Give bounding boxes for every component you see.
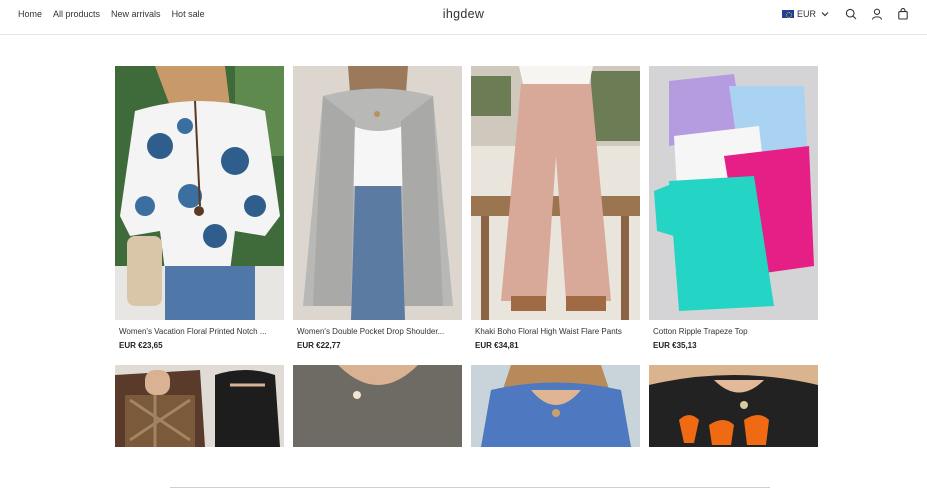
product-image[interactable] — [293, 66, 462, 320]
product-card[interactable] — [649, 365, 818, 447]
product-title[interactable]: Khaki Boho Floral High Waist Flare Pants — [471, 327, 640, 336]
product-card[interactable]: Cotton Ripple Trapeze Top EUR €35,13 — [649, 66, 818, 350]
product-price: EUR €34,81 — [475, 341, 519, 350]
product-title[interactable]: Women's Vacation Floral Printed Notch ..… — [115, 327, 284, 336]
product-price: EUR €23,65 — [119, 341, 163, 350]
product-card[interactable]: Women's Vacation Floral Printed Notch ..… — [115, 66, 284, 350]
product-card[interactable] — [293, 365, 462, 447]
footer-divider — [170, 487, 770, 488]
product-image[interactable] — [115, 365, 284, 447]
product-grid: Women's Vacation Floral Printed Notch ..… — [115, 66, 818, 350]
product-card[interactable]: Women's Double Pocket Drop Shoulder... E… — [293, 66, 462, 350]
currency-label: EUR — [796, 9, 816, 19]
product-image[interactable] — [115, 66, 284, 320]
search-icon[interactable] — [845, 8, 857, 20]
cart-icon[interactable] — [897, 8, 909, 20]
product-card[interactable]: Khaki Boho Floral High Waist Flare Pants… — [471, 66, 640, 350]
header-tools: EUR — [781, 8, 909, 20]
chevron-down-icon — [819, 8, 831, 20]
currency-selector[interactable]: EUR — [781, 8, 831, 20]
product-image[interactable] — [471, 66, 640, 320]
product-image[interactable] — [649, 365, 818, 447]
product-grid-row-2 — [115, 365, 818, 447]
flag-icon — [781, 10, 794, 18]
product-price: EUR €35,13 — [653, 341, 697, 350]
product-card[interactable] — [115, 365, 284, 447]
product-title[interactable]: Cotton Ripple Trapeze Top — [649, 327, 818, 336]
account-icon[interactable] — [871, 8, 883, 20]
site-header: Home All products New arrivals Hot sale … — [0, 0, 927, 35]
product-price: EUR €22,77 — [297, 341, 341, 350]
product-image[interactable] — [649, 66, 818, 320]
product-card[interactable] — [471, 365, 640, 447]
product-image[interactable] — [471, 365, 640, 447]
product-title[interactable]: Women's Double Pocket Drop Shoulder... — [293, 327, 462, 336]
product-image[interactable] — [293, 365, 462, 447]
